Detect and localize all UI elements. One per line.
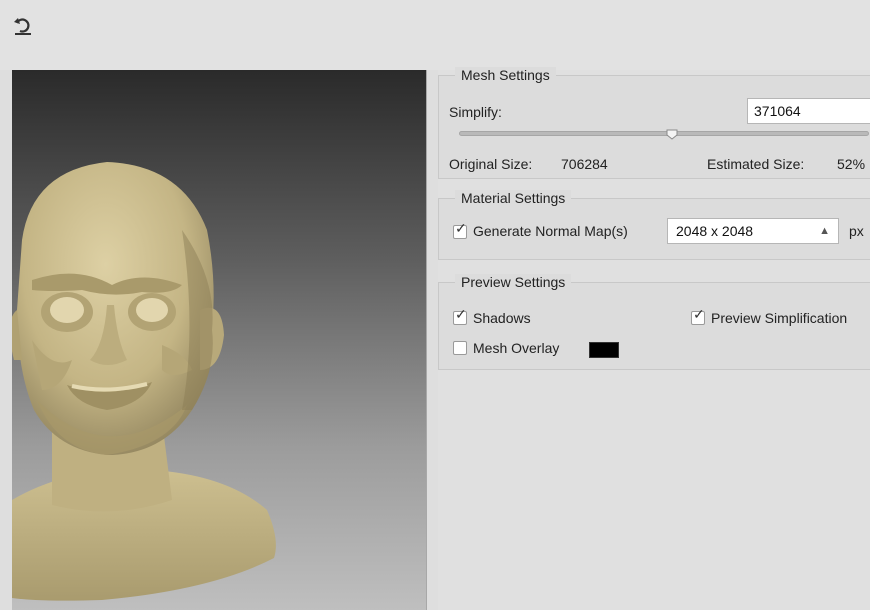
settings-panel: Mesh Settings Simplify: Original Size: 7…	[438, 67, 870, 610]
normal-map-size-unit: px	[849, 223, 864, 239]
original-size-label: Original Size:	[449, 156, 533, 172]
simplify-slider-track[interactable]	[459, 131, 869, 136]
preview-simplification-label: Preview Simplification	[711, 310, 848, 326]
checkmark-icon: ✓	[455, 306, 467, 322]
simplify-slider-thumb[interactable]	[666, 129, 678, 140]
preview-settings-section: Preview Settings ✓ Shadows ✓ Preview Sim…	[438, 274, 870, 370]
preview-simplification-checkbox[interactable]: ✓	[691, 306, 705, 325]
top-toolbar	[0, 0, 870, 70]
preview-settings-title: Preview Settings	[455, 274, 572, 290]
mesh-overlay-color-swatch[interactable]	[589, 342, 619, 358]
updown-arrows-icon: ▲	[819, 225, 830, 237]
undo-icon[interactable]	[12, 14, 34, 36]
3d-preview-viewport[interactable]	[12, 70, 427, 610]
generate-normal-maps-label: Generate Normal Map(s)	[473, 223, 628, 239]
estimated-size-label: Estimated Size:	[707, 156, 805, 172]
3d-head-model	[12, 162, 276, 601]
simplify-input[interactable]	[747, 98, 870, 124]
material-settings-section: Material Settings ✓ Generate Normal Map(…	[438, 190, 870, 260]
generate-normal-maps-checkbox[interactable]: ✓	[453, 220, 467, 239]
estimated-size-value: 52%	[837, 156, 866, 172]
checkmark-icon: ✓	[693, 306, 705, 322]
material-settings-title: Material Settings	[455, 190, 572, 206]
mesh-overlay-checkbox[interactable]	[453, 341, 467, 355]
checkmark-icon: ✓	[455, 220, 467, 236]
shadows-label: Shadows	[473, 310, 531, 326]
original-size-value: 706284	[561, 156, 608, 172]
shadows-checkbox[interactable]: ✓	[453, 306, 467, 325]
mesh-overlay-label: Mesh Overlay	[473, 340, 560, 356]
normal-map-size-select[interactable]: 2048 x 2048 ▲	[667, 218, 839, 244]
mesh-settings-section: Mesh Settings Simplify: Original Size: 7…	[438, 67, 870, 179]
simplify-label: Simplify:	[449, 104, 502, 120]
mesh-settings-title: Mesh Settings	[455, 67, 556, 83]
normal-map-size-value: 2048 x 2048	[676, 223, 754, 239]
